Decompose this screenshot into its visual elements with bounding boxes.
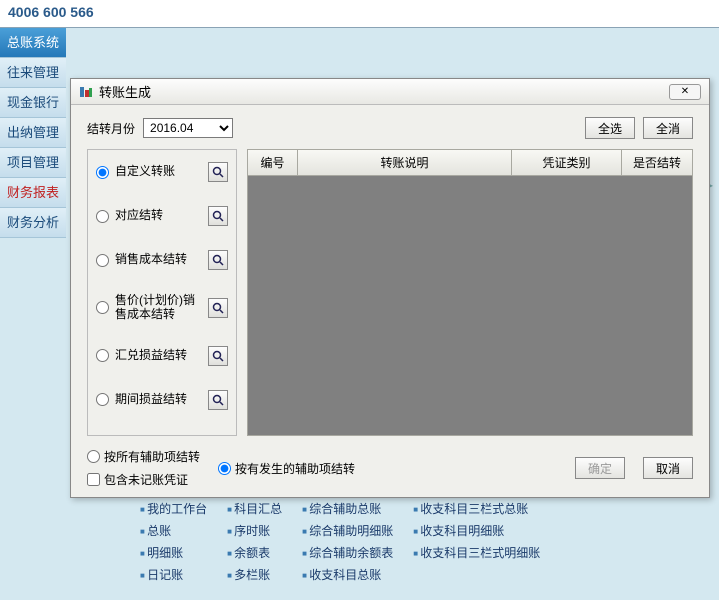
option-sales-cost[interactable]: 销售成本结转 — [96, 250, 228, 270]
dialog-title: 转账生成 — [99, 82, 151, 101]
radio-corresponding[interactable] — [96, 210, 109, 223]
bg-link[interactable]: 科目汇总 — [227, 500, 282, 517]
lookup-button[interactable] — [208, 162, 228, 182]
background-links: 我的工作台 总账 明细账 日记账 科目汇总 序时账 余额表 多栏账 综合辅助总账… — [140, 500, 710, 583]
lookup-button[interactable] — [208, 346, 228, 366]
lookup-button[interactable] — [208, 250, 228, 270]
app-icon — [79, 85, 93, 99]
result-grid: 编号 转账说明 凭证类别 是否结转 — [247, 149, 693, 436]
bg-link[interactable]: 余额表 — [227, 544, 282, 561]
col-is-closed[interactable]: 是否结转 — [622, 150, 692, 175]
ok-button[interactable]: 确定 — [575, 457, 625, 479]
option-planned-price[interactable]: 售价(计划价)销售成本结转 — [96, 294, 228, 322]
bg-link[interactable]: 明细账 — [140, 544, 207, 561]
option-exchange[interactable]: 汇兑损益结转 — [96, 346, 228, 366]
option-corresponding[interactable]: 对应结转 — [96, 206, 228, 226]
bg-link[interactable]: 综合辅助总账 — [302, 500, 393, 517]
lookup-button[interactable] — [208, 390, 228, 410]
sidebar-item-general-ledger[interactable]: 总账系统 — [0, 28, 66, 58]
radio-custom[interactable] — [96, 166, 109, 179]
cancel-button[interactable]: 取消 — [643, 457, 693, 479]
month-label: 结转月份 — [87, 120, 135, 137]
radio-sales-cost[interactable] — [96, 254, 109, 267]
bg-link[interactable]: 我的工作台 — [140, 500, 207, 517]
grid-body[interactable] — [247, 176, 693, 436]
bg-link[interactable]: 收支科目总账 — [302, 566, 393, 583]
select-none-button[interactable]: 全消 — [643, 117, 693, 139]
option-period-pl[interactable]: 期间损益结转 — [96, 390, 228, 410]
bg-link[interactable]: 收支科目明细账 — [413, 522, 540, 539]
bg-link[interactable]: 总账 — [140, 522, 207, 539]
col-description[interactable]: 转账说明 — [298, 150, 512, 175]
radio-exchange[interactable] — [96, 349, 109, 362]
bg-link[interactable]: 序时账 — [227, 522, 282, 539]
sidebar-item-ar-ap[interactable]: 往来管理 — [0, 58, 66, 88]
radio-period-pl[interactable] — [96, 393, 109, 406]
lookup-button[interactable] — [208, 206, 228, 226]
radio-planned-price[interactable] — [96, 301, 109, 314]
checkbox-include-unposted[interactable]: 包含未记账凭证 — [87, 471, 200, 488]
dialog-titlebar: 转账生成 ✕ — [71, 79, 709, 105]
top-bar: 4006 600 566 — [0, 0, 719, 28]
transfer-dialog: 转账生成 ✕ 结转月份 2016.04 全选 全消 自定义转账 对应结转 — [70, 78, 710, 498]
bg-link[interactable]: 收支科目三栏式总账 — [413, 500, 540, 517]
bg-link[interactable]: 日记账 — [140, 566, 207, 583]
sidebar-item-reports[interactable]: 财务报表 — [0, 178, 66, 208]
sidebar-item-analysis[interactable]: 财务分析 — [0, 208, 66, 238]
option-custom-transfer[interactable]: 自定义转账 — [96, 162, 228, 182]
bg-link[interactable]: 综合辅助余额表 — [302, 544, 393, 561]
close-button[interactable]: ✕ — [669, 84, 701, 100]
grid-header: 编号 转账说明 凭证类别 是否结转 — [247, 149, 693, 176]
col-voucher-type[interactable]: 凭证类别 — [512, 150, 622, 175]
radio-all-aux[interactable]: 按所有辅助项结转 — [87, 448, 200, 465]
month-select[interactable]: 2016.04 — [143, 118, 233, 138]
sidebar-item-project[interactable]: 项目管理 — [0, 148, 66, 178]
col-number[interactable]: 编号 — [248, 150, 298, 175]
select-all-button[interactable]: 全选 — [585, 117, 635, 139]
sidebar: 总账系统 往来管理 现金银行 出纳管理 项目管理 财务报表 财务分析 — [0, 28, 66, 238]
bg-link[interactable]: 收支科目三栏式明细账 — [413, 544, 540, 561]
phone-number: 4006 600 566 — [8, 4, 94, 20]
transfer-type-panel: 自定义转账 对应结转 销售成本结转 售价(计划价)销售成本结转 — [87, 149, 237, 436]
bg-link[interactable]: 多栏账 — [227, 566, 282, 583]
sidebar-item-cash-bank[interactable]: 现金银行 — [0, 88, 66, 118]
radio-occurred-aux[interactable]: 按有发生的辅助项结转 — [218, 460, 355, 477]
sidebar-item-cashier[interactable]: 出纳管理 — [0, 118, 66, 148]
lookup-button[interactable] — [208, 298, 228, 318]
bg-link[interactable]: 综合辅助明细账 — [302, 522, 393, 539]
